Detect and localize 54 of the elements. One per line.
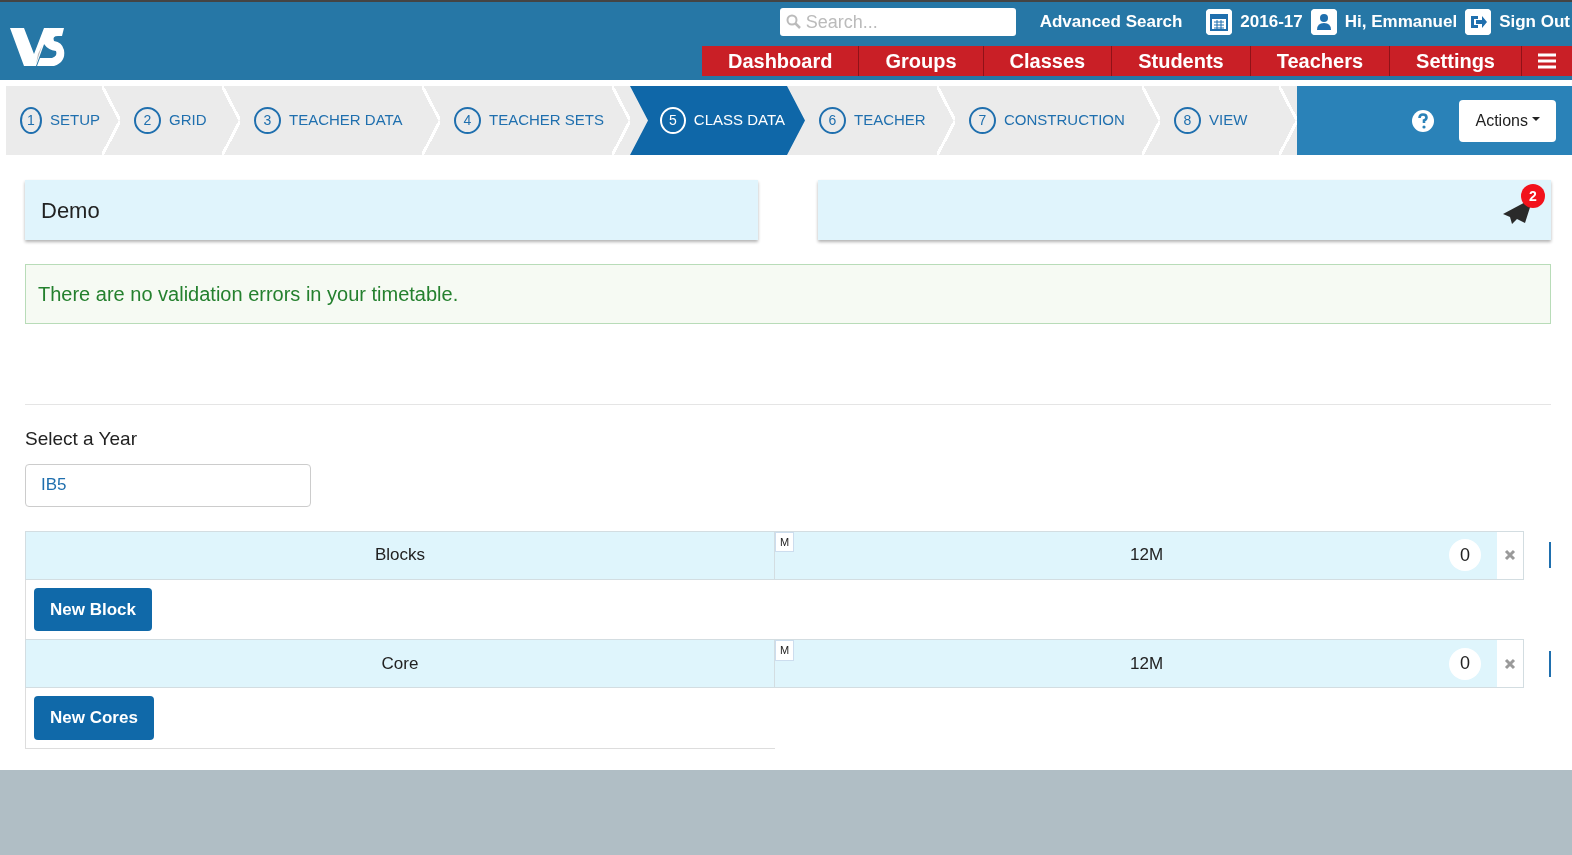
close-icon [1504,657,1516,670]
step-number: 1 [20,107,42,134]
new-item-button[interactable]: New Cores [34,696,154,740]
count-bubble: 0 [1449,647,1481,680]
tag-label: M [775,640,795,661]
section-title: Blocks [374,544,426,567]
nav-link[interactable]: Teachers [1250,46,1391,76]
section-title: Core [381,652,419,675]
actions-button[interactable]: Actions [1459,99,1556,142]
sign-out-link[interactable]: Sign Out [1499,9,1570,35]
notification-count: 2 [1521,184,1545,208]
user-icon[interactable] [1310,9,1337,35]
section-value: 12M [1130,652,1164,675]
validation-message: There are no validation errors in your timetable. [25,264,1551,324]
search-field[interactable]: Search... [779,8,1016,36]
step-number: 7 [969,107,996,134]
step-number: 4 [454,107,481,134]
step-tab[interactable]: 5 CLASS DATA [630,86,805,155]
tag-label: M [775,531,795,552]
help-icon[interactable] [1411,108,1436,133]
scroll-marker [1549,542,1551,568]
nav-link[interactable]: Groups [859,46,984,76]
step-label: TEACHER [854,110,926,131]
step-number: 3 [254,107,281,134]
step-number: 6 [819,107,846,134]
section-value: 12M [1130,544,1164,567]
nav-link[interactable]: Students [1112,46,1251,76]
step-label: TEACHER DATA [289,110,403,131]
greeting-text: Hi, Emmanuel [1344,11,1458,34]
step-label: GRID [169,110,207,131]
year-label: Select a Year [25,427,138,451]
new-item-button[interactable]: New Block [34,587,152,631]
calendar-icon[interactable] [1206,9,1233,35]
remove-button[interactable] [1497,640,1523,687]
year-field[interactable]: IB5 [25,463,311,507]
step-number: 8 [1174,107,1201,134]
step-label: TEACHER SETS [489,110,605,131]
step-label: CLASS DATA [693,110,785,131]
step-label: SETUP [50,110,100,131]
nav-link[interactable]: Dashboard [701,46,860,76]
remove-button[interactable] [1497,531,1523,579]
nav-link[interactable]: Classes [983,46,1113,76]
count-bubble: 0 [1449,539,1481,571]
step-label: VIEW [1209,110,1248,131]
year-text: 2016-17 [1240,11,1303,34]
step-label: CONSTRUCTION [1004,110,1125,131]
advanced-search-link[interactable]: Advanced Search [1039,9,1183,35]
step-number: 2 [134,107,161,134]
sign-out-icon[interactable] [1465,9,1492,35]
step-number: 5 [660,107,686,134]
close-icon [1504,549,1516,561]
timetable-title: Demo [41,196,100,225]
scroll-marker [1549,650,1551,677]
nav-link[interactable]: Settings [1390,46,1522,76]
